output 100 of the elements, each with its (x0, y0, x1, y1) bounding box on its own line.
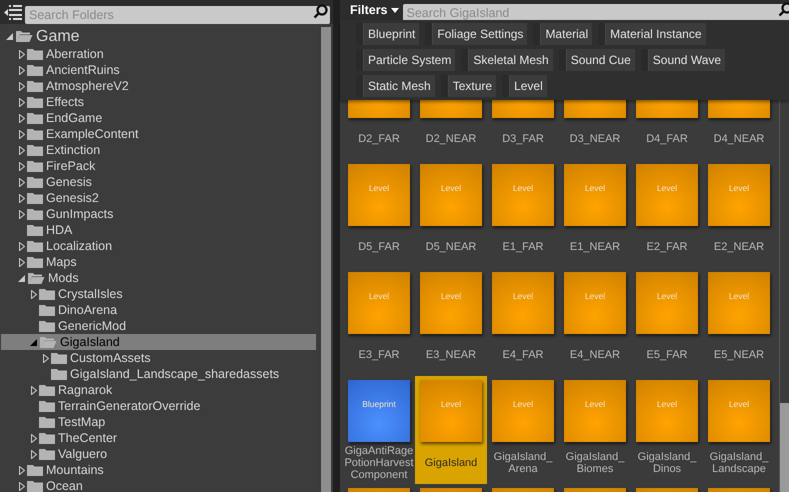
folder-row[interactable]: TerrainGeneratorOverride (1, 398, 316, 414)
asset-tile[interactable]: Level D5_NEAR (415, 160, 487, 268)
folder-row[interactable]: Ragnarok (1, 382, 316, 398)
filter-chip[interactable]: Material (533, 23, 592, 45)
search-icon[interactable] (313, 4, 328, 19)
asset-tile[interactable]: Level E1_FAR (487, 160, 559, 268)
asset-name: D5_NEAR (424, 241, 478, 253)
folder-row[interactable]: AtmosphereV2 (1, 78, 316, 94)
folder-icon (39, 304, 55, 316)
asset-tile[interactable]: Level GigaIsland_ Biomes (559, 376, 631, 484)
asset-name: E5_FAR (646, 349, 688, 361)
tree-toggle-icon[interactable] (3, 4, 22, 20)
filter-chip[interactable]: Foliage Settings (425, 23, 528, 45)
asset-tile[interactable]: Level GigaIsland (415, 376, 487, 484)
folder-icon (27, 128, 43, 140)
filter-chip[interactable]: Particle System (356, 49, 456, 71)
folder-row[interactable]: GunImpacts (1, 206, 316, 222)
folder-icon (39, 400, 55, 412)
asset-tile[interactable]: D3_FAR (487, 100, 559, 160)
asset-tile[interactable]: D2_NEAR (415, 100, 487, 160)
folder-label: GigaIsland_Landscape_sharedassets (70, 366, 280, 383)
collapsed-arrow-icon[interactable] (30, 386, 36, 394)
folder-row[interactable]: Ocean (1, 478, 316, 492)
folder-row[interactable]: Genesis (1, 174, 316, 190)
folder-icon (27, 176, 43, 188)
asset-tile[interactable]: Blueprint GigaAntiRage PotionHarvest Component (343, 376, 415, 484)
folder-row[interactable]: Mountains (1, 462, 316, 478)
filter-chip[interactable]: Sound Wave (640, 49, 726, 71)
folder-row[interactable]: TestMap (1, 414, 316, 430)
folder-row[interactable]: CrystalIsles (1, 286, 316, 302)
folder-row[interactable]: GenericMod (1, 318, 316, 334)
asset-tile[interactable]: Level D5_FAR (343, 160, 415, 268)
folder-icon (27, 80, 43, 92)
folder-row[interactable]: GigaIsland (1, 334, 316, 350)
folder-row[interactable]: CustomAssets (1, 350, 316, 366)
search-field[interactable]: Search Folders (25, 6, 330, 24)
asset-name: D5_FAR (357, 241, 401, 253)
folder-row[interactable]: DinoArena (1, 302, 316, 318)
asset-tile[interactable]: Level E3_FAR (343, 268, 415, 376)
asset-tile[interactable]: Level E5_NEAR (703, 268, 775, 376)
asset-type-label: Level (368, 184, 390, 192)
asset-tile[interactable]: Level GigaIsland_ Landscape (703, 376, 775, 484)
asset-type-label: Level (728, 400, 750, 408)
folder-row[interactable]: HDA (1, 222, 316, 238)
asset-type-label: Level (656, 400, 678, 408)
filter-chip[interactable]: Static Mesh (356, 75, 435, 97)
filter-chip[interactable]: Level (502, 75, 547, 97)
asset-tile[interactable]: Level E5_FAR (631, 268, 703, 376)
asset-tile[interactable]: Level E4_NEAR (559, 268, 631, 376)
folder-label: FirePack (46, 158, 96, 175)
asset-tile[interactable]: Level E3_NEAR (415, 268, 487, 376)
folder-row[interactable]: Maps (1, 254, 316, 270)
asset-tile[interactable]: Level E4_FAR (487, 268, 559, 376)
folder-row[interactable]: Aberration (1, 46, 316, 62)
folder-row[interactable]: GigaIsland_Landscape_sharedassets (1, 366, 316, 382)
filter-chip[interactable]: Sound Cue (558, 49, 635, 71)
asset-tile[interactable]: Level E1_NEAR (559, 160, 631, 268)
collapsed-arrow-icon[interactable] (42, 354, 48, 362)
folder-row[interactable]: Effects (1, 94, 316, 110)
expanded-arrow-icon[interactable] (30, 338, 37, 346)
folder-label: Genesis (46, 174, 92, 191)
folder-row[interactable]: Valguero (1, 446, 316, 462)
asset-tile[interactable]: Level GigaIsland_ Arena (487, 376, 559, 484)
folder-row[interactable]: Genesis2 (1, 190, 316, 206)
folder-row[interactable]: TheCenter (1, 430, 316, 446)
scrollbar-thumb[interactable] (321, 27, 331, 492)
asset-type-label: Level (440, 400, 462, 408)
asset-name: E2_FAR (646, 241, 688, 253)
search-icon[interactable] (778, 2, 789, 17)
folder-row[interactable]: Mods (1, 270, 316, 286)
folder-row[interactable]: Game (1, 27, 316, 46)
asset-tile[interactable]: Level E2_NEAR (703, 160, 775, 268)
asset-tile[interactable]: D4_NEAR (703, 100, 775, 160)
asset-tile[interactable]: D3_NEAR (559, 100, 631, 160)
folder-row[interactable]: AncientRuins (1, 62, 316, 78)
expanded-arrow-icon[interactable] (6, 33, 13, 40)
folder-label: Ocean (46, 478, 83, 492)
filter-chip[interactable]: Skeletal Mesh (461, 49, 553, 71)
folder-row[interactable]: Extinction (1, 142, 316, 158)
folder-row[interactable]: ExampleContent (1, 126, 316, 142)
scrollbar-thumb[interactable] (780, 403, 789, 492)
asset-type-label: Level (440, 292, 462, 300)
filter-chip[interactable]: Texture (440, 75, 496, 97)
folder-label: Localization (46, 238, 112, 255)
filters-button[interactable]: Filters (350, 0, 399, 20)
folder-row[interactable]: FirePack (1, 158, 316, 174)
asset-tile[interactable]: D4_FAR (631, 100, 703, 160)
expanded-arrow-icon[interactable] (18, 274, 25, 282)
folder-row[interactable]: Localization (1, 238, 316, 254)
asset-type-label: Level (512, 400, 534, 408)
asset-tile[interactable]: Level GigaIsland_ Dinos (631, 376, 703, 484)
filter-chip[interactable]: Material Instance (598, 23, 706, 45)
asset-tile[interactable]: Level E2_FAR (631, 160, 703, 268)
asset-tile[interactable]: D2_FAR (343, 100, 415, 160)
folder-label: Maps (46, 254, 77, 271)
collapsed-arrow-icon[interactable] (30, 290, 36, 298)
filter-chip[interactable]: Blueprint (356, 23, 420, 45)
asset-name: D3_NEAR (568, 133, 622, 145)
folder-icon (27, 64, 43, 76)
folder-row[interactable]: EndGame (1, 110, 316, 126)
